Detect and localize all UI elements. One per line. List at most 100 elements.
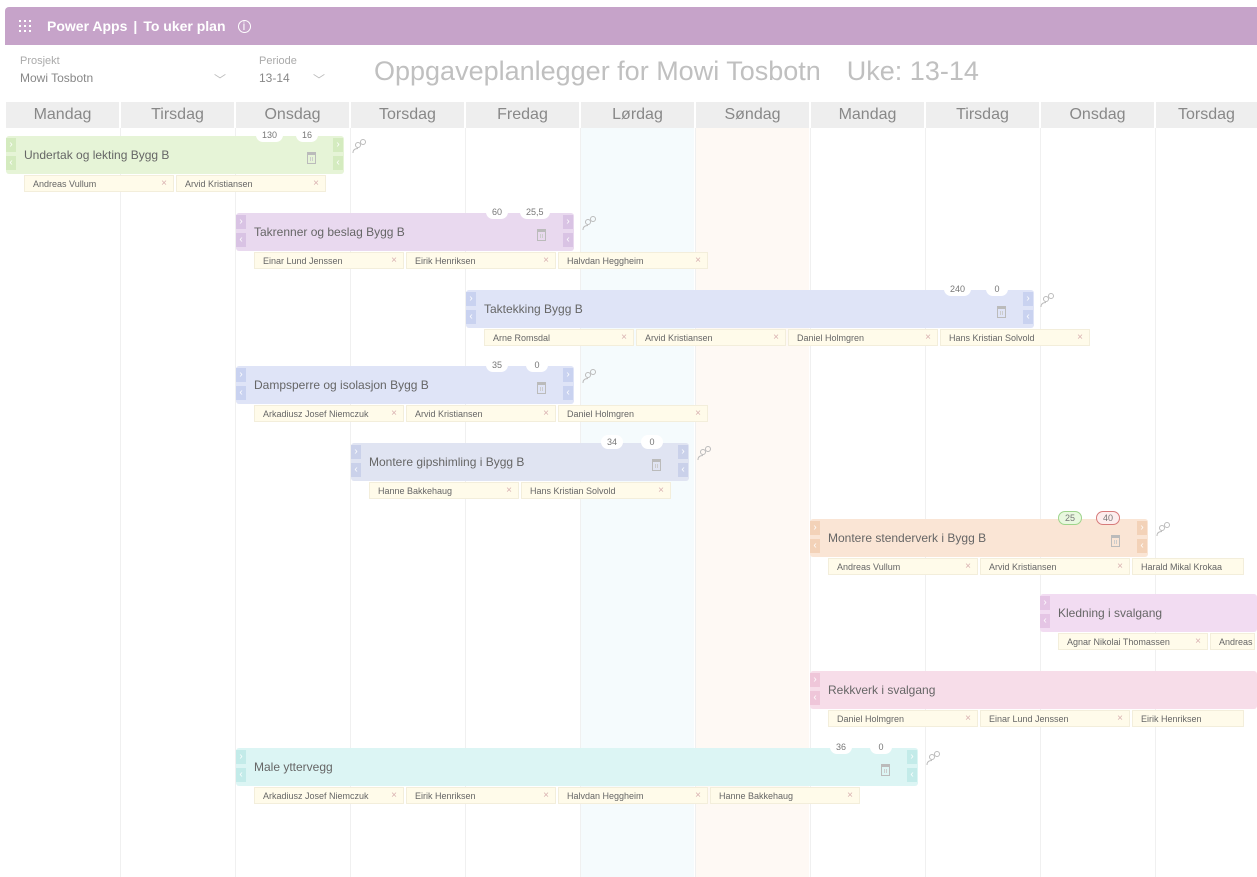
close-icon[interactable]: × xyxy=(925,332,931,343)
task-title: Taktekking Bygg B xyxy=(484,302,583,316)
people-icon[interactable] xyxy=(1156,521,1172,537)
task-bar[interactable]: › ‹ Male yttervegg 36 0 › ‹ xyxy=(236,740,918,786)
trash-icon[interactable] xyxy=(537,382,546,394)
people-icon[interactable] xyxy=(582,215,598,231)
close-icon[interactable]: × xyxy=(391,408,397,419)
close-icon[interactable]: × xyxy=(695,790,701,801)
chevron-left-icon[interactable]: ‹ xyxy=(351,463,361,477)
close-icon[interactable]: × xyxy=(1117,561,1123,572)
chevron-right-icon[interactable]: › xyxy=(236,215,246,229)
chevron-left-icon[interactable]: ‹ xyxy=(333,156,343,170)
hours-badge: 130 xyxy=(256,128,284,142)
assignee-chip: Halvdan Heggheim × xyxy=(558,252,708,269)
close-icon[interactable]: × xyxy=(506,485,512,496)
chevron-left-icon[interactable]: ‹ xyxy=(1040,614,1050,628)
people-icon[interactable] xyxy=(926,750,942,766)
task-bar[interactable]: › ‹ Montere gipshimling i Bygg B 34 0 › … xyxy=(351,435,689,481)
close-icon[interactable]: × xyxy=(965,713,971,724)
chevron-right-icon[interactable]: › xyxy=(1023,292,1033,306)
chevron-left-icon[interactable]: ‹ xyxy=(236,386,246,400)
close-icon[interactable]: × xyxy=(391,790,397,801)
people-icon[interactable] xyxy=(697,445,713,461)
assignee-chip: Eirik Henriksen xyxy=(1132,710,1244,727)
trash-icon[interactable] xyxy=(537,229,546,241)
task-bar[interactable]: › ‹ Rekkverk i svalgang xyxy=(810,671,1257,709)
chevron-right-icon[interactable]: › xyxy=(810,673,820,687)
close-icon[interactable]: × xyxy=(161,178,167,189)
chevron-right-icon[interactable]: › xyxy=(810,521,820,535)
trash-icon[interactable] xyxy=(881,764,890,776)
chevron-left-icon[interactable]: ‹ xyxy=(810,539,820,553)
chevron-left-icon[interactable]: ‹ xyxy=(907,768,917,782)
project-label: Prosjekt xyxy=(20,55,60,67)
trash-icon[interactable] xyxy=(997,306,1006,318)
close-icon[interactable]: × xyxy=(847,790,853,801)
chevron-left-icon[interactable]: ‹ xyxy=(678,463,688,477)
close-icon[interactable]: × xyxy=(1077,332,1083,343)
chevron-right-icon[interactable]: › xyxy=(351,445,361,459)
chevron-left-icon[interactable]: ‹ xyxy=(6,156,16,170)
close-icon[interactable]: × xyxy=(658,485,664,496)
chevron-left-icon[interactable]: ‹ xyxy=(1137,539,1147,553)
close-icon[interactable]: × xyxy=(621,332,627,343)
chevron-left-icon[interactable]: ‹ xyxy=(563,233,573,247)
chevron-right-icon[interactable]: › xyxy=(1137,521,1147,535)
chevron-right-icon[interactable]: › xyxy=(1040,596,1050,610)
chevron-left-icon[interactable]: ‹ xyxy=(466,310,476,324)
assignee-list: Agnar Nikolai Thomassen × Andreas Vullum xyxy=(1058,633,1257,650)
chevron-right-icon[interactable]: › xyxy=(236,750,246,764)
chevron-down-icon: ﹀ xyxy=(312,73,325,87)
close-icon[interactable]: × xyxy=(1195,636,1201,647)
assignee-chip: Harald Mikal Krokaa xyxy=(1132,558,1244,575)
people-icon[interactable] xyxy=(582,368,598,384)
page-title-text: Oppgaveplanlegger for Mowi Tosbotn xyxy=(374,56,821,86)
project-dropdown[interactable]: Mowi Tosbotn ﹀ xyxy=(20,71,226,88)
chevron-right-icon[interactable]: › xyxy=(236,368,246,382)
close-icon[interactable]: × xyxy=(543,255,549,266)
close-icon[interactable]: × xyxy=(773,332,779,343)
task-bar[interactable]: › ‹ Taktekking Bygg B 240 0 › ‹ xyxy=(466,282,1034,328)
hours-badge: 36 xyxy=(830,740,853,754)
task-bar[interactable]: › ‹ Dampsperre og isolasjon Bygg B 35 0 … xyxy=(236,358,574,404)
close-icon[interactable]: × xyxy=(313,178,319,189)
chevron-left-icon[interactable]: ‹ xyxy=(236,768,246,782)
task-bar[interactable]: › ‹ Takrenner og beslag Bygg B 60 25,5 ›… xyxy=(236,205,574,251)
trash-icon[interactable] xyxy=(307,152,316,164)
close-icon[interactable]: × xyxy=(695,255,701,266)
chevron-left-icon[interactable]: ‹ xyxy=(563,386,573,400)
chevron-right-icon[interactable]: › xyxy=(466,292,476,306)
task-title: Montere gipshimling i Bygg B xyxy=(369,455,525,469)
close-icon[interactable]: × xyxy=(543,790,549,801)
period-dropdown[interactable]: 13-14 ﹀ xyxy=(259,71,325,88)
day-header: Tirsdag xyxy=(121,102,234,128)
chevron-left-icon[interactable]: ‹ xyxy=(236,233,246,247)
info-icon[interactable]: i xyxy=(237,19,251,33)
close-icon[interactable]: × xyxy=(391,255,397,266)
chevron-right-icon[interactable]: › xyxy=(563,368,573,382)
chevron-right-icon[interactable]: › xyxy=(563,215,573,229)
chevron-right-icon[interactable]: › xyxy=(6,138,16,152)
assignee-chip: Andreas Vullum xyxy=(1210,633,1255,650)
close-icon[interactable]: × xyxy=(543,408,549,419)
task-bar[interactable]: › ‹ Kledning i svalgang xyxy=(1040,594,1257,632)
close-icon[interactable]: × xyxy=(1117,713,1123,724)
assignee-chip: Einar Lund Jenssen × xyxy=(980,710,1130,727)
trash-icon[interactable] xyxy=(652,459,661,471)
task-bar[interactable]: › ‹ Montere stenderverk i Bygg B 25 40 ›… xyxy=(810,511,1148,557)
people-icon[interactable] xyxy=(1040,292,1056,308)
task-bar[interactable]: › ‹ Undertak og lekting Bygg B 130 16 › … xyxy=(6,128,344,174)
assignee-name: Arvid Kristiansen xyxy=(645,332,713,343)
people-icon[interactable] xyxy=(352,138,368,154)
chevron-right-icon[interactable]: › xyxy=(907,750,917,764)
close-icon[interactable]: × xyxy=(965,561,971,572)
close-icon[interactable]: × xyxy=(695,408,701,419)
trash-icon[interactable] xyxy=(1111,535,1120,547)
assignee-name: Hans Kristian Solvold xyxy=(530,485,616,496)
chevron-right-icon[interactable]: › xyxy=(333,138,343,152)
waffle-icon[interactable] xyxy=(15,20,35,32)
chevron-left-icon[interactable]: ‹ xyxy=(810,691,820,705)
assignee-name: Hanne Bakkehaug xyxy=(719,790,794,801)
task-title: Dampsperre og isolasjon Bygg B xyxy=(254,378,429,392)
chevron-right-icon[interactable]: › xyxy=(678,445,688,459)
chevron-left-icon[interactable]: ‹ xyxy=(1023,310,1033,324)
